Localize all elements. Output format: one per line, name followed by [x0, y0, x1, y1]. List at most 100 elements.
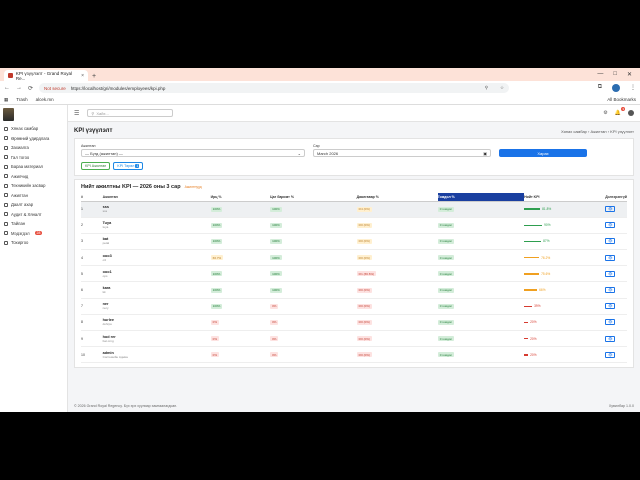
bell-icon[interactable]: 🔔 3	[615, 107, 625, 116]
employee-cell: bat petal	[102, 233, 211, 251]
hours-pill-cell: 0%	[270, 298, 357, 315]
sidebar-item[interactable]: Бараа материал	[0, 162, 67, 172]
complaint-cell: 0 гомдол	[437, 298, 525, 315]
sidebar-item[interactable]: Аудит & Хяналт	[0, 210, 67, 220]
all-bookmarks[interactable]: All Bookmarks	[607, 97, 636, 102]
view-detail-button[interactable]: 👁	[605, 287, 616, 294]
sidebar-item[interactable]: Мэдэгдэл 28	[0, 229, 67, 239]
attendance-pill-cell: 100%	[210, 298, 271, 315]
complaint-cell: 0 гомдол	[437, 314, 525, 332]
sidebar-item-label: Аудит & Хяналт	[11, 211, 42, 217]
calendar-icon[interactable]: ▣	[483, 151, 487, 156]
tasks-pill: 0/0 (0%)	[356, 222, 372, 228]
column-header[interactable]: Гомдол %	[437, 193, 525, 202]
column-header[interactable]: Дэлгэрэнгүй	[605, 193, 627, 202]
complaint-pill: 0 гомдол	[437, 271, 455, 277]
column-header[interactable]: #	[81, 193, 103, 202]
menu-icon	[4, 155, 8, 160]
tasks-pill-cell: 0/4 (0%)	[356, 201, 438, 218]
action-cell: 👁	[605, 346, 627, 364]
close-tab-icon[interactable]: ×	[81, 73, 84, 79]
hours-pill-cell: 0%	[270, 346, 357, 364]
table-row: 9 hod rer bat orng 0% 0% 0/0 (0%) 0 гомдол 20% 👁	[81, 330, 627, 348]
bookmark-trash[interactable]: Trash	[16, 97, 27, 102]
menu-dots-icon[interactable]: ⋮	[630, 84, 636, 92]
maximize-icon[interactable]: □	[613, 71, 617, 78]
view-detail-button[interactable]: 👁	[605, 351, 616, 358]
breadcrumb[interactable]: Хянах самбар › Ажилтан › KPI үзүүлэлт	[561, 129, 634, 134]
sidebar-item[interactable]: Ажилтан	[0, 191, 67, 201]
month-input[interactable]: March 2026 ▣	[313, 149, 491, 157]
search-input[interactable]: ⚲ Хайх...	[87, 109, 174, 117]
forward-icon[interactable]: →	[16, 85, 22, 91]
view-button[interactable]: Харах	[499, 149, 587, 157]
attendance-pill: 0%	[210, 336, 219, 342]
attendance-pill-cell: 0%	[210, 330, 271, 348]
tasks-pill-cell: 0/0 (0%)	[356, 233, 438, 251]
logo[interactable]	[0, 105, 67, 124]
menu-icon	[4, 174, 8, 179]
new-tab-icon[interactable]: +	[92, 73, 96, 80]
view-detail-button[interactable]: 👁	[605, 319, 616, 326]
sidebar-item[interactable]: Ажилчид	[0, 172, 67, 182]
column-header[interactable]: Даалгавар %	[356, 193, 438, 202]
kpi-cell: 90%	[524, 217, 606, 234]
close-window-icon[interactable]: ✕	[627, 71, 632, 78]
attendance-pill-cell: 66.7%	[210, 249, 271, 267]
menu-icon	[4, 126, 8, 131]
sidebar-item[interactable]: Гал тогоо	[0, 153, 67, 163]
hours-pill: 100%	[270, 238, 282, 244]
not-secure-label[interactable]: Not secure	[44, 86, 66, 91]
employee-select[interactable]: — Бүгд (ажилтан) — ⌄	[81, 149, 305, 157]
browser-tab[interactable]: KPI үзүүлэлт - Grand Royal Re... ×	[4, 70, 88, 81]
view-detail-button[interactable]: 👁	[605, 206, 616, 213]
sidebar-item[interactable]: Захиалга	[0, 143, 67, 153]
zoom-icon[interactable]: ⚲	[485, 85, 488, 91]
view-detail-button[interactable]: 👁	[605, 303, 616, 310]
hamburger-icon[interactable]: ☰	[74, 110, 79, 117]
view-detail-button[interactable]: 👁	[605, 270, 616, 277]
attendance-pill-cell: 100%	[210, 233, 271, 251]
complaint-cell: 0 гомдол	[437, 217, 525, 234]
column-header[interactable]: Цаг баримт %	[270, 193, 357, 202]
sidebar-item[interactable]: Хянах самбар	[0, 124, 67, 134]
hours-pill-cell: 100%	[270, 265, 357, 283]
filter-card: Ажилтан — Бүгд (ажилтан) — ⌄ Сар March 2…	[74, 138, 634, 176]
url-input[interactable]: Not secure https://localhost/gri/modules…	[39, 83, 510, 93]
tasks-pill-cell: 0/0 (0%)	[356, 249, 438, 267]
footer: © 2026 Grand Royal Regency. Бүх эрх хуул…	[74, 404, 634, 408]
view-detail-button[interactable]: 👁	[605, 254, 616, 261]
sidebar-item-label: Даалт ахар	[11, 202, 34, 208]
back-icon[interactable]: ←	[4, 85, 10, 91]
column-header[interactable]: Нийт KPI	[524, 193, 606, 202]
view-detail-button[interactable]: 👁	[605, 222, 616, 229]
extension-icon[interactable]: ⧉	[598, 84, 602, 92]
profile-avatar[interactable]	[612, 84, 620, 92]
sidebar-item[interactable]: Тайлан	[0, 219, 67, 229]
star-icon[interactable]: ☆	[500, 85, 504, 91]
kpi-cell: 20%	[524, 314, 606, 332]
minimize-icon[interactable]: —	[597, 71, 603, 78]
apps-icon[interactable]: ▦	[4, 97, 8, 103]
sidebar-item[interactable]: Тохиргоо	[0, 238, 67, 248]
chip-kpi-type[interactable]: KPI Төрөл 1	[113, 162, 144, 170]
sidebar-item[interactable]: Даалт ахар	[0, 200, 67, 210]
page-title: KPI үзүүлэлт	[74, 128, 113, 134]
column-header[interactable]: Ажилтан	[102, 193, 211, 202]
sidebar-item[interactable]: Техникийн засвар	[0, 181, 67, 191]
sidebar-item[interactable]: Өрөөний удирдлага	[0, 134, 67, 144]
settings-icon[interactable]: ⚙	[603, 110, 607, 116]
kpi-value: 39%	[534, 304, 541, 309]
column-header[interactable]: Ирц %	[210, 193, 271, 202]
view-detail-button[interactable]: 👁	[605, 335, 616, 342]
hours-pill: 0%	[270, 336, 279, 342]
user-icon[interactable]	[628, 110, 634, 116]
tasks-pill-cell: 0/1 (66.6%)	[356, 265, 438, 283]
view-detail-button[interactable]: 👁	[605, 238, 616, 245]
bookmark-alcek[interactable]: alcek.mn	[36, 97, 54, 102]
reload-icon[interactable]: ⟳	[28, 85, 33, 92]
tasks-pill: 0/0 (0%)	[356, 303, 372, 309]
sidebar-item-label: Техникийн засвар	[11, 183, 46, 189]
window-controls: — □ ✕	[597, 71, 640, 78]
chip-kpi-employee[interactable]: KPI Ажилтан	[81, 162, 111, 170]
